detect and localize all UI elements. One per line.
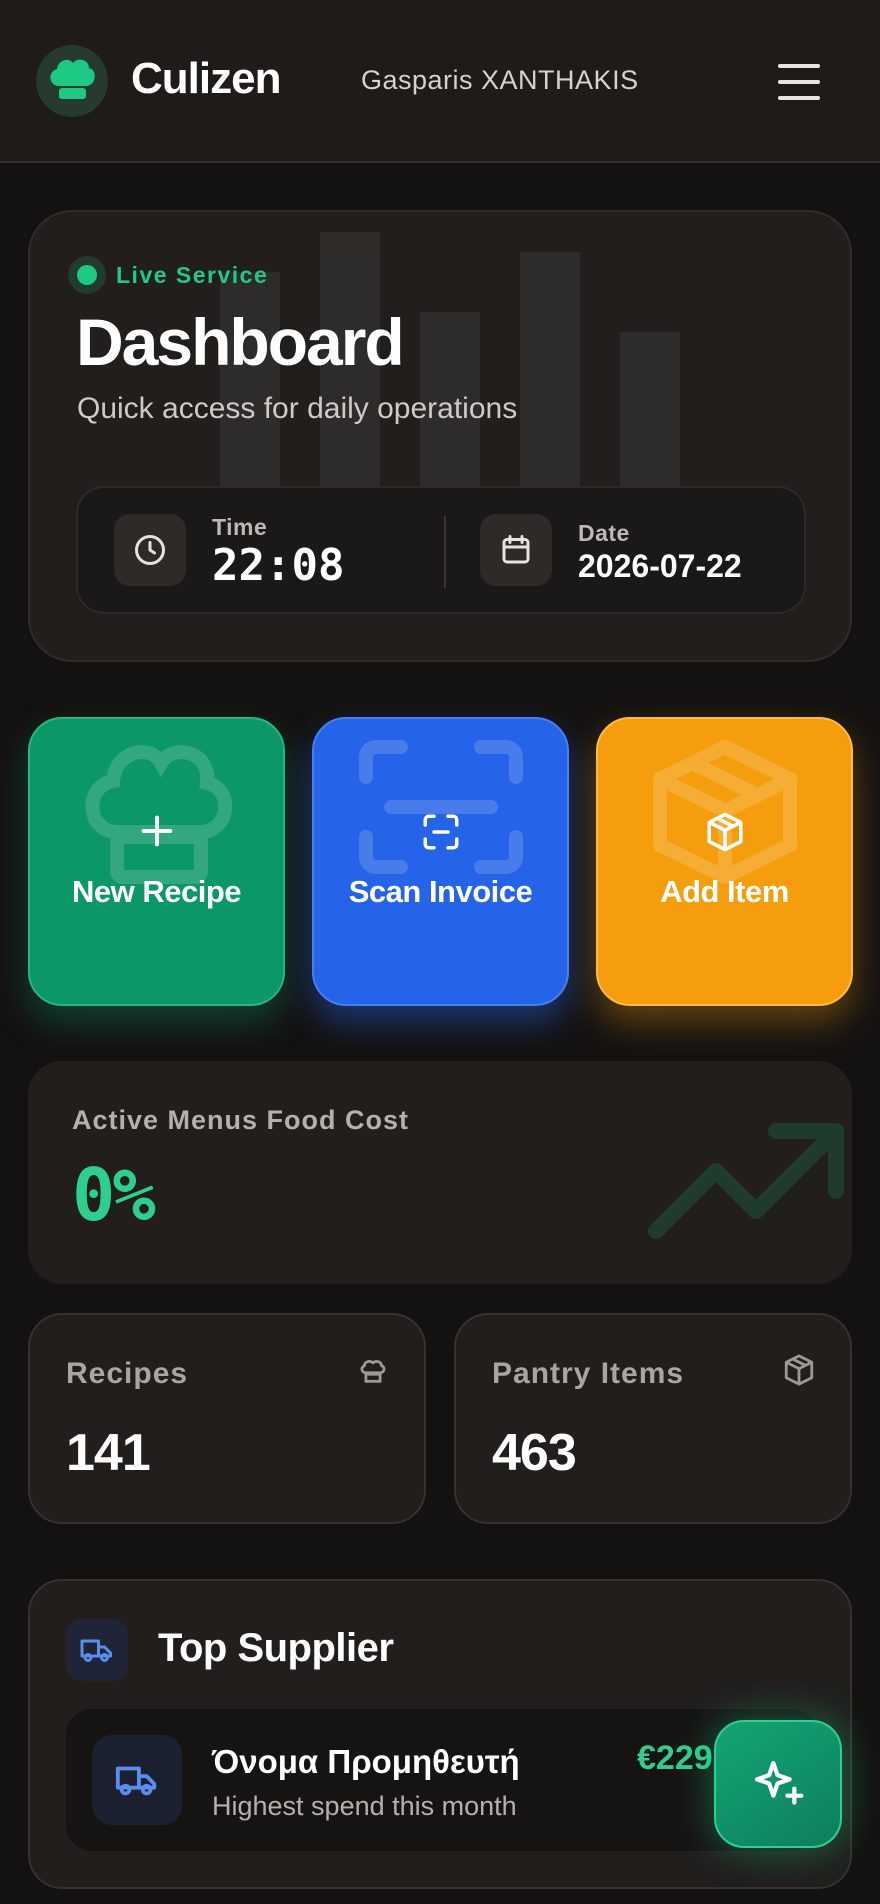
time-date-panel: Time 22:08 Date 2026-07-22 (76, 486, 806, 614)
trending-up-icon (648, 1123, 844, 1239)
date-value: 2026-07-22 (578, 548, 742, 584)
truck-icon (92, 1735, 182, 1825)
scan-icon (423, 814, 458, 850)
sparkles-icon (754, 1760, 804, 1805)
box-icon (784, 1354, 814, 1386)
date-label: Date (578, 520, 630, 546)
box-icon (707, 812, 742, 852)
recipes-stat-card[interactable]: Recipes 141 (28, 1313, 426, 1524)
supplier-name: Όνομα Προμηθευτή (212, 1743, 520, 1780)
add-item-label: Add Item (660, 874, 789, 909)
add-item-button[interactable]: Add Item (596, 717, 853, 1006)
time-value: 22:08 (212, 540, 345, 591)
dashboard-hero-card: Live Service Dashboard Quick access for … (28, 210, 852, 662)
page-subtitle: Quick access for daily operations (77, 392, 518, 425)
divider (444, 516, 446, 588)
new-recipe-button[interactable]: New Recipe (28, 717, 285, 1006)
pantry-items-stat-card[interactable]: Pantry Items 463 (454, 1313, 852, 1524)
clock-icon (114, 514, 186, 586)
live-status-label: Live Service (116, 262, 269, 288)
chef-hat-icon[interactable] (36, 45, 108, 117)
scan-invoice-button[interactable]: Scan Invoice (312, 717, 569, 1006)
pantry-items-label: Pantry Items (492, 1357, 685, 1390)
top-supplier-title: Top Supplier (158, 1626, 394, 1670)
recipes-label: Recipes (66, 1357, 189, 1390)
new-recipe-label: New Recipe (71, 874, 242, 909)
plus-icon (141, 815, 172, 847)
page-title: Dashboard (76, 305, 405, 379)
brand-name: Culizen (131, 54, 281, 103)
recipes-count: 141 (66, 1424, 151, 1482)
food-cost-label: Active Menus Food Cost (72, 1105, 410, 1135)
user-name[interactable]: Gasparis XANTHAKIS (361, 65, 639, 96)
hamburger-menu-icon[interactable] (770, 58, 828, 106)
supplier-row[interactable]: Όνομα Προμηθευτή Highest spend this mont… (66, 1709, 818, 1851)
supplier-description: Highest spend this month (212, 1791, 517, 1821)
app-header: Culizen Gasparis XANTHAKIS (0, 0, 880, 163)
supplier-amount: €229 (637, 1739, 713, 1777)
time-label: Time (212, 514, 268, 540)
scan-watermark-icon (358, 740, 523, 874)
chef-hat-icon (360, 1360, 386, 1383)
truck-icon (66, 1619, 128, 1681)
ai-assistant-button[interactable] (714, 1720, 842, 1848)
scan-invoice-label: Scan Invoice (348, 874, 533, 909)
calendar-icon (480, 514, 552, 586)
food-cost-value: 0% (72, 1153, 156, 1237)
live-status-indicator (68, 256, 106, 294)
pantry-items-count: 463 (492, 1424, 577, 1482)
food-cost-card[interactable]: Active Menus Food Cost 0% (28, 1061, 852, 1284)
